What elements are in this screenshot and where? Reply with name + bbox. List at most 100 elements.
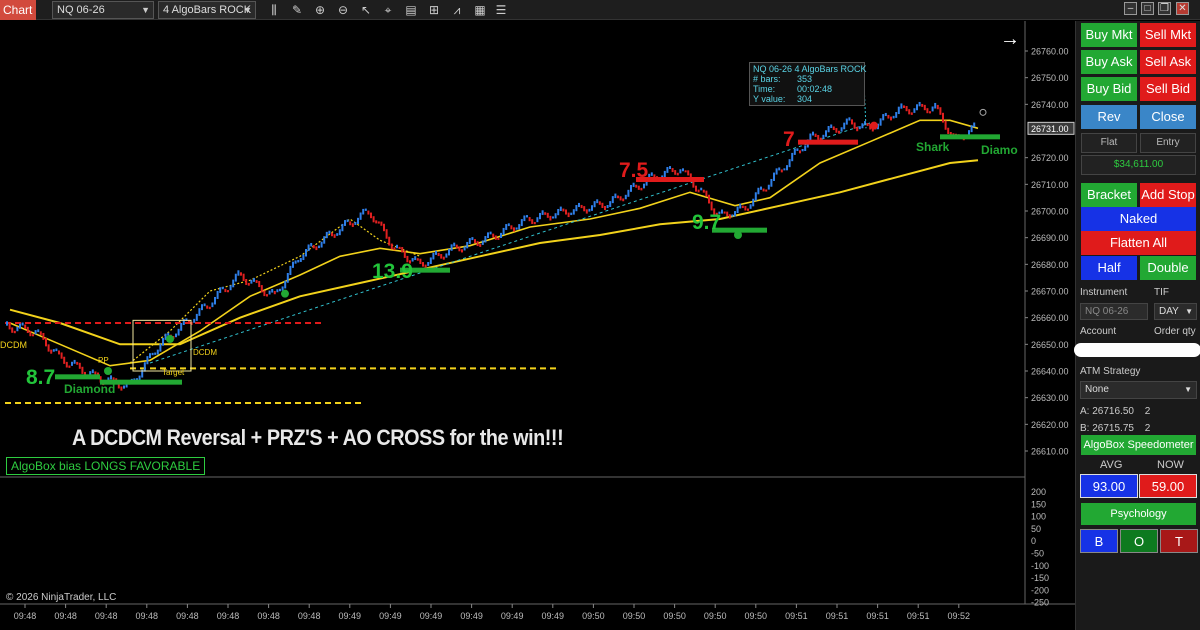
tif-select[interactable]: DAY ▼ — [1154, 303, 1197, 320]
red-dot — [870, 121, 878, 130]
bar-type-selector[interactable]: 4 AlgoBars ROCK ▼ — [158, 1, 256, 19]
time-tick-label: 09:49 — [339, 611, 362, 621]
pointer-icon[interactable]: ↖ — [358, 2, 374, 18]
now-label: NOW — [1157, 459, 1184, 471]
instrument-selector-value: NQ 06-26 — [57, 4, 105, 16]
account-field-redacted[interactable] — [1074, 343, 1200, 357]
atm-strategy-select[interactable]: None ▼ — [1080, 381, 1197, 399]
double-button[interactable]: Double — [1140, 256, 1196, 280]
headline-text: A DCDCM Reversal + PRZ'S + AO CROSS for … — [72, 425, 564, 450]
close-window-icon[interactable]: ✕ — [1176, 2, 1189, 15]
data-box-icon[interactable]: ▤ — [403, 2, 419, 18]
bars-icon[interactable]: ⫼ — [266, 2, 282, 18]
diamond-label-right: Diamo — [981, 143, 1018, 157]
price-tick-label: 26650.00 — [1031, 340, 1069, 350]
green-dot — [281, 289, 289, 298]
instrument-selector[interactable]: NQ 06-26 ▼ — [52, 1, 154, 19]
price-tick-label: 26660.00 — [1031, 313, 1069, 323]
time-tick-label: 09:48 — [176, 611, 199, 621]
ninjatrader-chart-window: Chart NQ 06-26 ▼ 4 AlgoBars ROCK ▼ ⫼ ✎ ⊕… — [0, 0, 1200, 630]
buy-signal-marker — [55, 374, 100, 380]
sell-bid-button[interactable]: Sell Bid — [1140, 77, 1196, 101]
close-position-button[interactable]: Close — [1140, 105, 1196, 129]
osc-tick-label: 150 — [1031, 499, 1046, 509]
reverse-button[interactable]: Rev — [1081, 105, 1137, 129]
chart-toolbar: Chart NQ 06-26 ▼ 4 AlgoBars ROCK ▼ ⫼ ✎ ⊕… — [0, 0, 1200, 20]
chevron-down-icon: ▼ — [1185, 307, 1193, 316]
strategies-icon[interactable]: ⩘ — [449, 2, 465, 18]
pnl-value: $34,611.00 — [1081, 155, 1196, 175]
osc-tick-label: 200 — [1031, 487, 1046, 497]
t-button[interactable]: T — [1160, 529, 1198, 553]
signal-label-8-7: 8.7 — [26, 366, 56, 389]
ask-row: A: 26716.50 2 — [1080, 406, 1151, 417]
half-button[interactable]: Half — [1081, 256, 1137, 280]
sell-market-button[interactable]: Sell Mkt — [1140, 23, 1196, 47]
sell-ask-button[interactable]: Sell Ask — [1140, 50, 1196, 74]
green-dot — [104, 367, 112, 375]
osc-tick-label: -200 — [1031, 585, 1049, 595]
o-button[interactable]: O — [1120, 529, 1158, 553]
add-stop-button[interactable]: Add Stop — [1140, 183, 1196, 207]
price-tick-label: 26670.00 — [1031, 287, 1069, 297]
time-tick-label: 09:48 — [217, 611, 240, 621]
osc-tick-label: -50 — [1031, 549, 1044, 559]
chart-tab[interactable]: Chart — [0, 0, 36, 20]
fast-ma-line — [9, 119, 979, 367]
minimize-icon[interactable]: – — [1124, 2, 1137, 15]
tooltip-row: Y value: 304 — [753, 94, 813, 104]
instrument-field[interactable]: NQ 06-26 — [1080, 303, 1148, 320]
avg-value: 93.00 — [1080, 474, 1138, 498]
signal-label-7-5: 7.5 — [619, 159, 649, 182]
target-label: Target — [162, 368, 185, 377]
speedometer-button[interactable]: AlgoBox Speedometer — [1081, 435, 1196, 455]
buy-market-button[interactable]: Buy Mkt — [1081, 23, 1137, 47]
account-label: Account — [1080, 326, 1117, 337]
time-tick-label: 09:50 — [582, 611, 605, 621]
zoom-out-icon[interactable]: ⊖ — [335, 2, 351, 18]
list-icon[interactable]: ☰ — [493, 2, 509, 18]
tooltip-box: NQ 06-26 4 AlgoBars ROCK # bars: 353 Time… — [749, 62, 867, 106]
time-tick-label: 09:48 — [54, 611, 77, 621]
arrow-icon[interactable]: → — [1000, 28, 1020, 51]
price-chart[interactable]: 26760.00 26750.00 26740.00 26731.00 26720.00… — [0, 21, 1075, 630]
buy-ask-button[interactable]: Buy Ask — [1081, 50, 1137, 74]
naked-button[interactable]: Naked — [1081, 207, 1196, 231]
green-dot — [734, 231, 742, 239]
maximize-icon[interactable]: □ — [1141, 2, 1154, 15]
pencil-icon[interactable]: ✎ — [289, 2, 305, 18]
price-tick-label: 26690.00 — [1031, 233, 1069, 243]
chevron-down-icon: ▼ — [243, 5, 252, 15]
time-tick-label: 09:49 — [379, 611, 402, 621]
chart-markers — [55, 82, 1000, 385]
time-tick-label: 09:51 — [785, 611, 808, 621]
avg-label: AVG — [1100, 459, 1123, 471]
restore-icon[interactable]: ❐ — [1158, 2, 1171, 15]
flatten-all-button[interactable]: Flatten All — [1081, 231, 1196, 255]
bracket-button[interactable]: Bracket — [1081, 183, 1137, 207]
price-tick-label: 26750.00 — [1031, 73, 1069, 83]
osc-tick-label: 100 — [1031, 512, 1046, 522]
signal-label-9-7: 9.7 — [692, 211, 722, 234]
time-tick-label: 09:48 — [95, 611, 118, 621]
dcdm-label-left: DCDM — [0, 340, 27, 350]
templates-icon[interactable]: ▦ — [472, 2, 488, 18]
signal-label-7: 7 — [783, 128, 795, 151]
time-tick-label: 09:51 — [826, 611, 849, 621]
pp-label: PP — [98, 356, 109, 365]
time-tick-label: 09:48 — [136, 611, 159, 621]
green-dot — [166, 335, 174, 343]
crosshair-icon[interactable]: ⌖ — [380, 2, 396, 18]
zoom-in-icon[interactable]: ⊕ — [312, 2, 328, 18]
now-value: 59.00 — [1139, 474, 1197, 498]
atm-strategy-label: ATM Strategy — [1080, 366, 1141, 377]
buy-bid-button[interactable]: Buy Bid — [1081, 77, 1137, 101]
chevron-down-icon: ▼ — [141, 5, 150, 15]
indicators-icon[interactable]: ⊞ — [426, 2, 442, 18]
osc-tick-label: -250 — [1031, 598, 1049, 608]
time-tick-label: 09:50 — [704, 611, 727, 621]
psychology-button[interactable]: Psychology — [1081, 503, 1196, 525]
b-button[interactable]: B — [1080, 529, 1118, 553]
osc-tick-label: 50 — [1031, 524, 1041, 534]
time-tick-label: 09:48 — [298, 611, 321, 621]
